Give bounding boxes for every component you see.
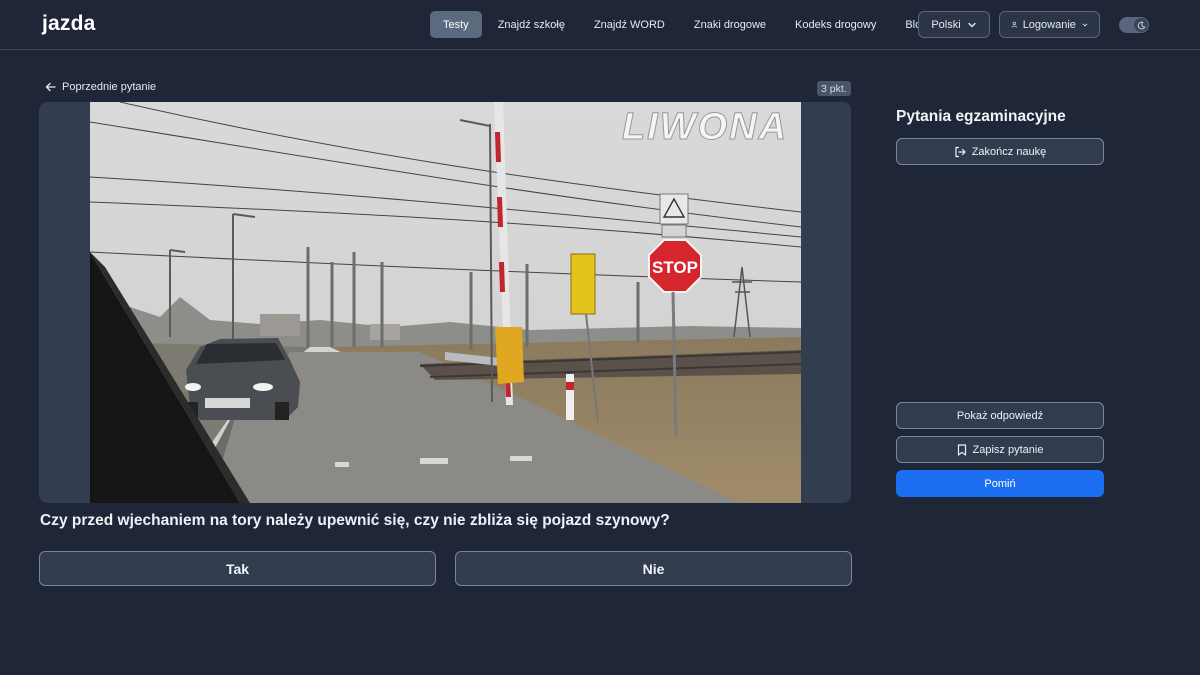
dark-mode-toggle[interactable] [1119, 17, 1149, 33]
chevron-down-icon [967, 22, 976, 27]
points-badge: 3 pkt. [817, 81, 851, 96]
road-post-stripe [566, 382, 574, 390]
previous-question-label: Poprzednie pytanie [62, 81, 157, 93]
login-label: Logowanie [1022, 18, 1076, 31]
nav-link-road-signs[interactable]: Znaki drogowe [681, 11, 779, 38]
barrier-mechanism [495, 327, 524, 384]
yellow-sign [570, 253, 596, 315]
show-answer-button[interactable]: Pokaż odpowiedź [896, 402, 1104, 429]
answer-yes-button[interactable]: Tak [39, 551, 436, 586]
watermark: LIWONA [622, 106, 788, 148]
sign-plate [661, 224, 687, 238]
end-learning-button[interactable]: Zakończ naukę [896, 138, 1104, 165]
nav-link-traffic-code[interactable]: Kodeks drogowy [782, 11, 889, 38]
stop-sign-text: STOP [652, 258, 698, 277]
nav-link-find-word[interactable]: Znajdź WORD [581, 11, 678, 38]
road-post [566, 374, 574, 420]
arrow-left-icon [45, 82, 56, 92]
skip-label: Pomiń [984, 477, 1016, 490]
skip-button[interactable]: Pomiń [896, 470, 1104, 497]
building [260, 314, 300, 336]
show-answer-label: Pokaż odpowiedź [956, 409, 1044, 422]
toggle-knob [1134, 18, 1148, 32]
login-dropdown[interactable]: Logowanie [999, 11, 1100, 38]
question-image: STOP LIWONA [90, 102, 801, 503]
chevron-down-icon [1082, 23, 1088, 27]
question-image-frame: STOP LIWONA [39, 102, 851, 503]
moon-icon [1137, 21, 1145, 29]
bookmark-icon [957, 443, 966, 456]
road-mark [420, 458, 448, 464]
end-learning-label: Zakończ naukę [971, 145, 1047, 158]
user-icon [1011, 21, 1017, 28]
building [370, 324, 400, 340]
logo[interactable]: jazda [42, 10, 96, 38]
answer-no-button[interactable]: Nie [455, 551, 852, 586]
car [185, 338, 300, 420]
logout-icon [955, 146, 966, 157]
nav-link-find-school[interactable]: Znajdź szkołę [485, 11, 578, 38]
language-label: Polski [931, 18, 961, 31]
sidebar-title: Pytania egzaminacyjne [896, 108, 1066, 125]
question-text: Czy przed wjechaniem na tory należy upew… [40, 512, 670, 529]
previous-question-link[interactable]: Poprzednie pytanie [45, 81, 156, 93]
nav-links: Testy Znajdź szkołę Znajdź WORD Znaki dr… [430, 11, 943, 38]
save-question-label: Zapisz pytanie [972, 443, 1044, 456]
nav-link-testy[interactable]: Testy [430, 11, 482, 38]
road-mark [510, 456, 532, 461]
save-question-button[interactable]: Zapisz pytanie [896, 436, 1104, 463]
top-navbar: jazda Testy Znajdź szkołę Znajdź WORD Zn… [0, 0, 1200, 50]
road-mark [335, 462, 349, 467]
language-dropdown[interactable]: Polski [918, 11, 990, 38]
